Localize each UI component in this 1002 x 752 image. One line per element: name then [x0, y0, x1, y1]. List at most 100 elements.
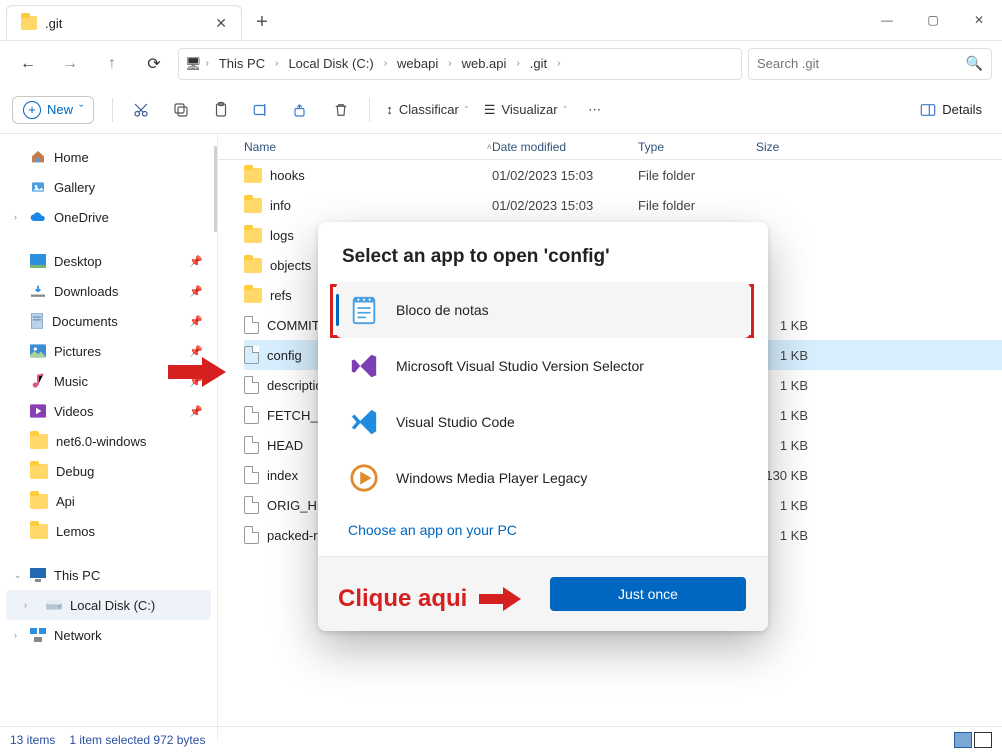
details-view-icon[interactable] — [954, 732, 972, 748]
details-pane-button[interactable]: Details — [912, 102, 990, 117]
close-tab-icon[interactable]: ✕ — [215, 15, 227, 32]
nav-label: Lemos — [56, 524, 95, 539]
chevron-right-icon[interactable]: › — [275, 58, 278, 69]
column-type[interactable]: Type — [638, 140, 756, 154]
nav-label: Downloads — [54, 284, 118, 299]
rename-button[interactable] — [241, 94, 281, 126]
file-row[interactable]: hooks01/02/2023 15:03File folder — [244, 160, 1002, 190]
choose-app-link[interactable]: Choose an app on your PC — [318, 506, 768, 556]
nav-folder-lemos[interactable]: Lemos — [6, 516, 211, 546]
nav-local-disk[interactable]: › Local Disk (C:) — [6, 590, 211, 620]
forward-button[interactable]: → — [52, 48, 88, 80]
large-icons-view-icon[interactable] — [974, 732, 992, 748]
app-label: Visual Studio Code — [396, 414, 515, 430]
nav-home[interactable]: Home — [6, 142, 211, 172]
crumb-local-disk[interactable]: Local Disk (C:) — [282, 54, 379, 73]
nav-desktop[interactable]: Desktop📌 — [6, 246, 211, 276]
vscode-icon — [348, 406, 380, 438]
breadcrumb-bar[interactable]: 🖥 › This PC › Local Disk (C:) › webapi ›… — [178, 48, 742, 80]
nav-videos[interactable]: Videos📌 — [6, 396, 211, 426]
app-option-wmp[interactable]: Windows Media Player Legacy — [336, 450, 750, 506]
view-switcher — [954, 732, 992, 748]
more-button[interactable]: ⋯ — [575, 94, 615, 126]
new-button[interactable]: + New ˇ — [12, 96, 94, 124]
view-button[interactable]: ☰ Visualizar ˇ — [476, 94, 575, 126]
close-window-button[interactable]: ✕ — [956, 0, 1002, 40]
file-name: objects — [270, 258, 311, 273]
navigation-pane[interactable]: Home Gallery › OneDrive Desktop📌 Downloa… — [0, 134, 218, 742]
chevron-right-icon[interactable]: › — [384, 58, 387, 69]
folder-icon — [30, 494, 48, 509]
column-size[interactable]: Size — [756, 140, 1002, 154]
view-icon: ☰ — [484, 102, 496, 118]
chevron-right-icon[interactable]: › — [516, 58, 519, 69]
chevron-down-icon: ˇ — [564, 105, 567, 115]
nav-folder-debug[interactable]: Debug — [6, 456, 211, 486]
search-input[interactable] — [757, 56, 958, 71]
address-bar-row: ← → ↑ ⟳ 🖥 › This PC › Local Disk (C:) › … — [0, 40, 1002, 86]
maximize-button[interactable]: ▢ — [910, 0, 956, 40]
nav-folder-api[interactable]: Api — [6, 486, 211, 516]
status-count: 13 items — [10, 733, 55, 747]
up-button[interactable]: ↑ — [94, 48, 130, 80]
chevron-down-icon: ˇ — [465, 105, 468, 115]
file-icon — [244, 316, 259, 334]
nav-label: Api — [56, 494, 75, 509]
view-label: Visualizar — [501, 102, 557, 117]
app-option-vs-selector[interactable]: Microsoft Visual Studio Version Selector — [336, 338, 750, 394]
back-button[interactable]: ← — [10, 48, 46, 80]
refresh-button[interactable]: ⟳ — [136, 48, 172, 80]
column-date[interactable]: Date modified — [492, 140, 638, 154]
app-option-vscode[interactable]: Visual Studio Code — [336, 394, 750, 450]
nav-network[interactable]: › Network — [6, 620, 211, 650]
cut-button[interactable] — [121, 94, 161, 126]
nav-label: Desktop — [54, 254, 102, 269]
toolbar: + New ˇ ↕ Classificar ˇ ☰ Visualizar ˇ ⋯… — [0, 86, 1002, 134]
nav-folder-net6[interactable]: net6.0-windows — [6, 426, 211, 456]
delete-button[interactable] — [321, 94, 361, 126]
expand-icon[interactable]: ⌄ — [14, 570, 22, 581]
app-label: Microsoft Visual Studio Version Selector — [396, 358, 644, 374]
nav-downloads[interactable]: Downloads📌 — [6, 276, 211, 306]
chevron-right-icon[interactable]: › — [557, 58, 560, 69]
paste-button[interactable] — [201, 94, 241, 126]
search-icon[interactable]: 🔍 — [966, 55, 983, 72]
annotation-arrow — [168, 357, 228, 387]
crumb-git[interactable]: .git — [524, 54, 553, 73]
col-label: Type — [638, 140, 664, 154]
file-icon — [244, 526, 259, 544]
nav-documents[interactable]: Documents📌 — [6, 306, 211, 336]
sort-button[interactable]: ↕ Classificar ˇ — [378, 94, 475, 126]
nav-this-pc[interactable]: ⌄ This PC — [6, 560, 211, 590]
nav-label: This PC — [54, 568, 100, 583]
crumb-this-pc[interactable]: This PC — [213, 54, 271, 73]
nav-label: Gallery — [54, 180, 95, 195]
crumb-web-api[interactable]: web.api — [456, 54, 513, 73]
app-option-notepad[interactable]: Bloco de notas — [336, 282, 750, 338]
crumb-webapi[interactable]: webapi — [391, 54, 444, 73]
expand-icon[interactable]: › — [24, 600, 27, 610]
chevron-right-icon[interactable]: › — [206, 58, 209, 69]
share-button[interactable] — [281, 94, 321, 126]
chevron-right-icon[interactable]: › — [448, 58, 451, 69]
expand-icon[interactable]: › — [14, 630, 17, 640]
file-type: File folder — [638, 168, 756, 183]
wmp-icon — [348, 462, 380, 494]
column-name[interactable]: Name˄ — [244, 140, 492, 154]
nav-label: OneDrive — [54, 210, 109, 225]
videos-icon — [30, 404, 46, 418]
open-with-dialog: Select an app to open 'config' Bloco de … — [318, 222, 768, 631]
just-once-button[interactable]: Just once — [550, 577, 746, 611]
nav-gallery[interactable]: Gallery — [6, 172, 211, 202]
new-tab-button[interactable]: + — [242, 5, 282, 40]
file-row[interactable]: info01/02/2023 15:03File folder — [244, 190, 1002, 220]
folder-icon — [244, 168, 262, 183]
copy-button[interactable] — [161, 94, 201, 126]
nav-onedrive[interactable]: › OneDrive — [6, 202, 211, 232]
minimize-button[interactable]: — — [864, 0, 910, 40]
search-box[interactable]: 🔍 — [748, 48, 992, 80]
status-selection: 1 item selected 972 bytes — [69, 733, 205, 747]
annotation-clique-aqui: Clique aqui — [338, 585, 521, 613]
expand-icon[interactable]: › — [14, 212, 17, 222]
tab-current[interactable]: .git ✕ — [6, 5, 242, 40]
